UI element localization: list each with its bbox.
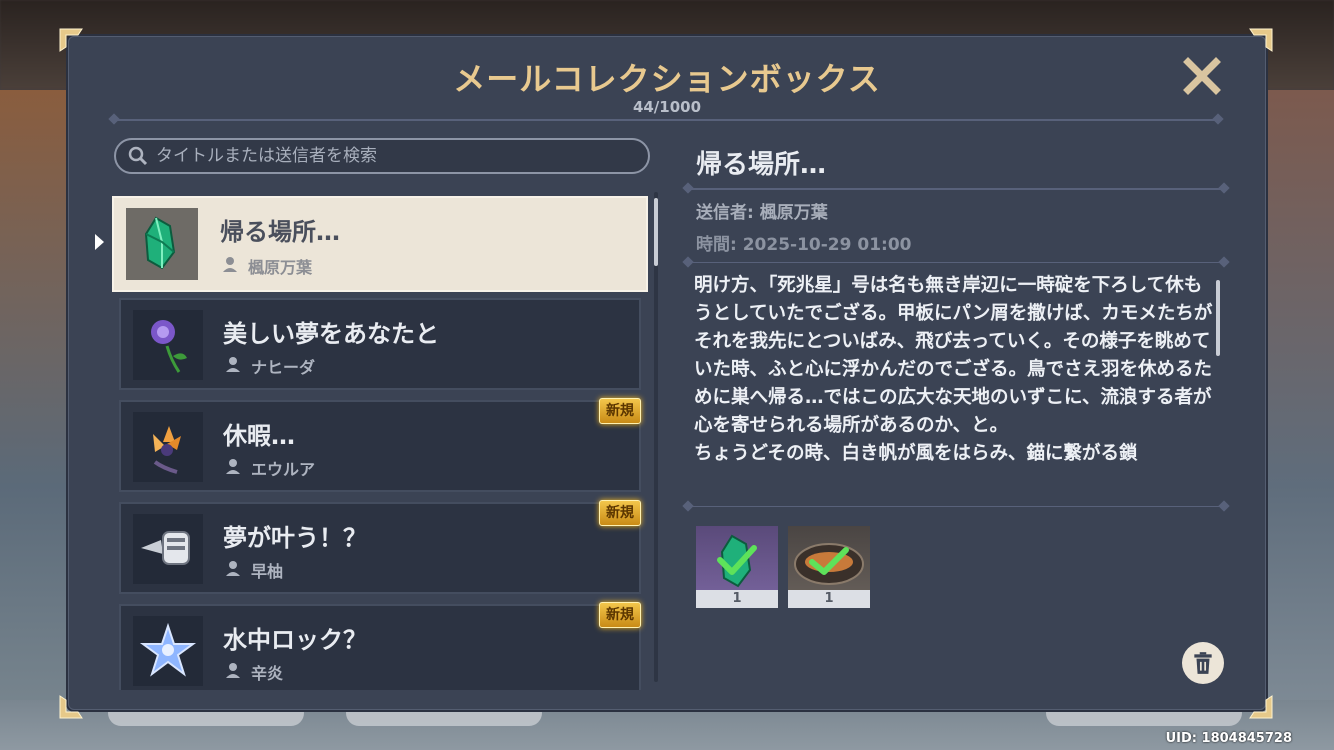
delete-button[interactable] <box>1182 642 1224 684</box>
mail-list-scroll-thumb[interactable] <box>654 198 658 266</box>
mail-title: 美しい夢をあなたと <box>223 320 439 348</box>
mail-sender: 楓原万葉 <box>248 258 313 277</box>
orange-flower-icon <box>153 426 181 474</box>
attachment-qty: 1 <box>788 590 870 608</box>
mail-item[interactable]: 新規 夢が叶う！？ 早柚 <box>119 500 641 594</box>
detail-time: 時間: 2025-10-29 01:00 <box>696 235 912 255</box>
new-badge: 新規 <box>599 602 641 628</box>
user-icon <box>226 561 240 576</box>
uid-label: UID: 1804845728 <box>1165 731 1292 746</box>
search-input[interactable] <box>154 140 648 172</box>
mail-count: 44/1000 <box>632 98 702 116</box>
user-icon <box>223 257 237 272</box>
mail-item[interactable]: 帰る場所… 楓原万葉 <box>112 196 648 292</box>
green-crystal-icon <box>717 534 757 588</box>
attachment-item[interactable]: 1 <box>788 526 870 608</box>
trash-icon <box>1194 652 1212 674</box>
attachment-item[interactable]: 1 <box>696 526 778 608</box>
mail-collection-panel: メールコレクションボックス 44/1000 帰る場所… <box>68 36 1266 710</box>
new-badge: 新規 <box>599 500 641 526</box>
attachment-qty: 1 <box>696 590 778 608</box>
star-crystal-icon <box>139 622 197 677</box>
watering-can-icon <box>141 531 190 565</box>
corner-ornament-icon <box>58 694 84 720</box>
mail-thumbnail <box>133 616 203 686</box>
user-icon <box>226 357 240 372</box>
detail-title: 帰る場所… <box>696 150 827 180</box>
corner-ornament-icon <box>1248 27 1274 53</box>
detail-sender: 送信者: 楓原万葉 <box>696 203 828 223</box>
user-icon <box>226 663 240 678</box>
mail-title: 休暇… <box>223 422 295 450</box>
panel-title: メールコレクションボックス <box>453 60 881 98</box>
mail-title: 帰る場所… <box>220 218 340 246</box>
mail-thumbnail <box>133 412 203 482</box>
search-icon <box>128 146 148 166</box>
close-button[interactable] <box>1182 56 1222 96</box>
selection-arrow-icon <box>95 234 104 250</box>
detail-divider <box>688 506 1224 507</box>
mail-list: 帰る場所… 楓原万葉 美しい夢をあなたと ナヒーダ 新規 休暇… エウルア 新規… <box>112 194 652 690</box>
detail-divider <box>688 262 1224 263</box>
mail-thumbnail <box>126 208 198 280</box>
header-divider <box>114 119 1218 121</box>
search-bar[interactable] <box>114 138 650 174</box>
mail-thumbnail <box>133 310 203 380</box>
corner-ornament-icon <box>58 27 84 53</box>
detail-divider <box>688 188 1224 190</box>
mail-item[interactable]: 新規 休暇… エウルア <box>119 398 641 492</box>
mail-item[interactable]: 新規 水中ロック？ 辛炎 <box>119 602 641 690</box>
background-left <box>0 90 70 750</box>
detail-scrollbar[interactable] <box>1216 280 1220 356</box>
mail-sender: ナヒーダ <box>251 358 316 377</box>
new-badge: 新規 <box>599 398 641 424</box>
detail-body: 明け方、「死兆星」号は名も無き岸辺に一時碇を下ろして休もうとしていたでござる。甲… <box>694 275 1213 464</box>
mail-thumbnail <box>133 514 203 584</box>
purple-flower-icon <box>151 320 187 373</box>
mail-item[interactable]: 美しい夢をあなたと ナヒーダ <box>119 298 641 390</box>
mail-title: 水中ロック？ <box>223 626 367 654</box>
mail-sender: 辛炎 <box>251 664 284 683</box>
corner-ornament-icon <box>1248 694 1274 720</box>
mail-sender: 早柚 <box>251 562 284 581</box>
green-crystal-icon <box>144 216 176 270</box>
mail-title: 夢が叶う！？ <box>223 524 367 552</box>
background-right <box>1264 90 1334 750</box>
user-icon <box>226 459 240 474</box>
close-icon <box>1183 57 1221 95</box>
fish-dish-icon <box>794 543 864 585</box>
mail-sender: エウルア <box>251 460 316 479</box>
